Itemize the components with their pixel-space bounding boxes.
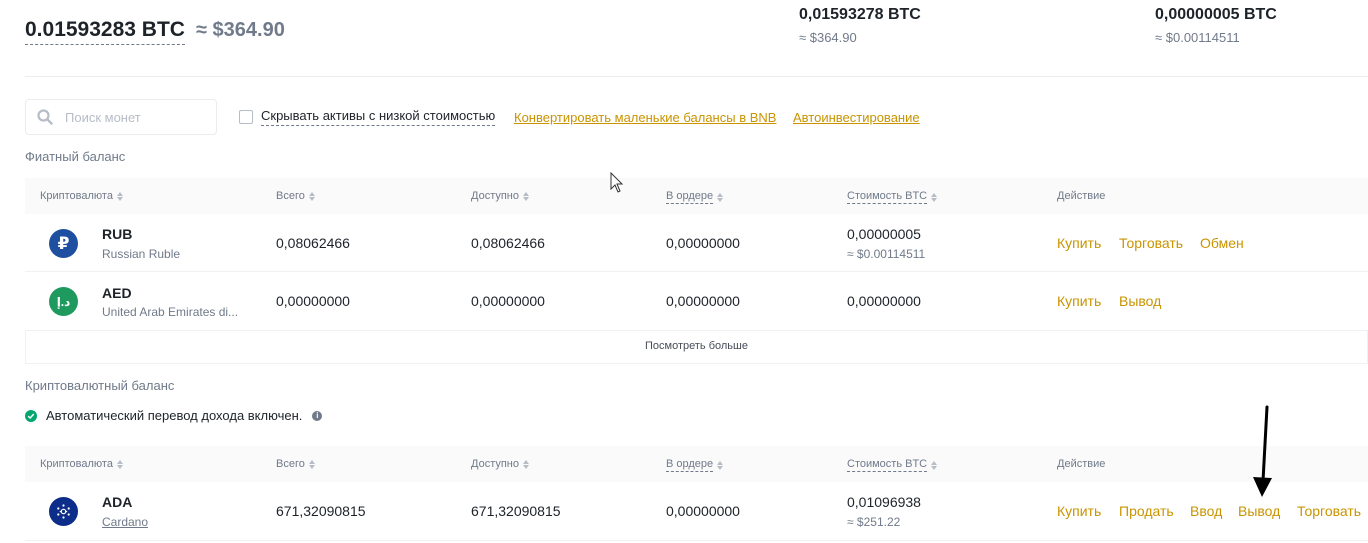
col-in-order[interactable]: В ордере: [666, 458, 724, 472]
coin-full-name-link[interactable]: Cardano: [102, 515, 148, 529]
withdraw-button[interactable]: Вывод: [1119, 293, 1161, 309]
coin-full-name: Russian Ruble: [102, 247, 181, 261]
sort-icon: [308, 459, 315, 469]
auto-transfer-text: Автоматический перевод дохода включен.: [46, 408, 303, 423]
col-in-order-label: В ордере: [666, 190, 714, 204]
info-icon[interactable]: i: [312, 410, 323, 421]
col-action: Действие: [1057, 190, 1105, 202]
in-order-value: 0,00000000: [666, 503, 740, 519]
col-total-label: Всего: [276, 190, 305, 202]
col-currency[interactable]: Криптовалюта: [40, 458, 123, 470]
col-total[interactable]: Всего: [276, 458, 315, 470]
ruble-icon: ₽: [49, 229, 78, 258]
sort-icon: [523, 191, 530, 201]
spot-balance-usd: ≈ $364.90: [799, 30, 857, 45]
convert-to-bnb-link[interactable]: Конвертировать маленькие балансы в BNB: [514, 110, 776, 125]
search-input[interactable]: [65, 109, 205, 125]
auto-transfer-notice: Автоматический перевод дохода включен. i: [25, 408, 323, 423]
total-value: 671,32090815: [276, 503, 366, 519]
table-row: ADA Cardano 671,32090815 671,32090815 0,…: [25, 482, 1368, 541]
sort-icon: [931, 192, 938, 202]
dirham-icon: د.إ: [49, 287, 78, 316]
table-row: ₽ RUB Russian Ruble 0,08062466 0,0806246…: [25, 214, 1368, 272]
summary-divider: [25, 76, 1368, 77]
crypto-section-title: Криптовалютный баланс: [25, 378, 175, 393]
col-action-label: Действие: [1057, 458, 1106, 470]
check-circle-icon: [25, 409, 37, 422]
col-currency-label: Криптовалюта: [40, 458, 113, 470]
col-btc-value[interactable]: Стоимость BTC: [847, 190, 938, 204]
crypto-table-header: Криптовалюта Всего Доступно В ордере Сто…: [25, 446, 1368, 482]
deposit-button[interactable]: Ввод: [1190, 503, 1222, 519]
btc-value: 0,00000005: [847, 226, 921, 242]
cardano-icon: [49, 497, 78, 526]
sort-icon: [717, 460, 724, 470]
sort-icon: [523, 459, 530, 469]
total-value: 0,00000000: [276, 293, 350, 309]
withdraw-button[interactable]: Вывод: [1238, 503, 1280, 519]
exchange-button[interactable]: Обмен: [1200, 235, 1244, 251]
buy-button[interactable]: Купить: [1057, 235, 1101, 251]
spot-balance-btc: 0,01593278 BTC: [799, 6, 921, 23]
coin-symbol: RUB: [102, 226, 133, 242]
buy-button[interactable]: Купить: [1057, 293, 1101, 309]
col-total-label: Всего: [276, 458, 305, 470]
total-balance-btc[interactable]: 0.01593283 BTC: [25, 18, 185, 45]
col-btc-value-label: Стоимость BTC: [847, 458, 928, 472]
col-currency-label: Криптовалюта: [40, 190, 113, 202]
total-balance-usd: ≈ $364.90: [196, 19, 285, 41]
available-value: 0,00000000: [471, 293, 545, 309]
sort-icon: [116, 459, 123, 469]
coin-full-name: United Arab Emirates di...: [102, 305, 239, 319]
coin-symbol: ADA: [102, 494, 133, 510]
sort-icon: [116, 191, 123, 201]
col-in-order[interactable]: В ордере: [666, 190, 724, 204]
btc-value: 0,01096938: [847, 494, 921, 510]
in-order-value: 0,00000000: [666, 235, 740, 251]
hide-small-label[interactable]: Скрывать активы с низкой стоимостью: [261, 108, 496, 126]
trade-button[interactable]: Торговать: [1297, 503, 1361, 519]
col-action: Действие: [1057, 458, 1105, 470]
fiat-balance-btc: 0,00000005 BTC: [1155, 6, 1277, 23]
fiat-balance-usd: ≈ $0.00114511: [1155, 30, 1240, 45]
col-available-label: Доступно: [471, 190, 520, 202]
btc-value: 0,00000000: [847, 293, 921, 309]
sort-icon: [308, 191, 315, 201]
trade-button[interactable]: Торговать: [1119, 235, 1183, 251]
col-in-order-label: В ордере: [666, 458, 714, 472]
col-total[interactable]: Всего: [276, 190, 315, 202]
coin-symbol: AED: [102, 285, 132, 301]
sort-icon: [931, 460, 938, 470]
usd-value: ≈ $251.22: [847, 515, 901, 529]
autoinvest-link[interactable]: Автоинвестирование: [793, 110, 920, 125]
annotation-arrow-icon: [1253, 405, 1272, 497]
total-value: 0,08062466: [276, 235, 350, 251]
col-action-label: Действие: [1057, 190, 1106, 202]
available-value: 671,32090815: [471, 503, 561, 519]
col-available-label: Доступно: [471, 458, 520, 470]
in-order-value: 0,00000000: [666, 293, 740, 309]
available-value: 0,08062466: [471, 235, 545, 251]
col-available[interactable]: Доступно: [471, 458, 530, 470]
buy-button[interactable]: Купить: [1057, 503, 1101, 519]
see-more-button[interactable]: Посмотреть больше: [25, 331, 1368, 364]
col-available[interactable]: Доступно: [471, 190, 530, 202]
sell-button[interactable]: Продать: [1119, 503, 1174, 519]
search-icon: [37, 109, 53, 125]
fiat-table-header: Криптовалюта Всего Доступно В ордере Сто…: [25, 178, 1368, 214]
col-currency[interactable]: Криптовалюта: [40, 190, 123, 202]
col-btc-value[interactable]: Стоимость BTC: [847, 458, 938, 472]
cursor-icon: [610, 172, 624, 193]
usd-value: ≈ $0.00114511: [847, 247, 926, 261]
table-row: د.إ AED United Arab Emirates di... 0,000…: [25, 272, 1368, 331]
hide-small-checkbox[interactable]: [239, 110, 253, 124]
sort-icon: [717, 192, 724, 202]
search-box[interactable]: [25, 99, 217, 135]
fiat-section-title: Фиатный баланс: [25, 149, 126, 164]
col-btc-value-label: Стоимость BTC: [847, 190, 928, 204]
